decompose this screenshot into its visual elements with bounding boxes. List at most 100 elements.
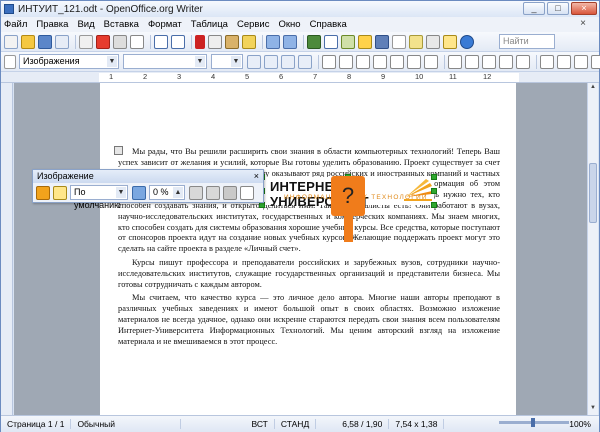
autospell-icon[interactable] (171, 34, 185, 49)
wrap-off-icon[interactable] (322, 54, 336, 69)
vertical-ruler[interactable] (1, 83, 13, 415)
zoom-slider[interactable] (499, 418, 569, 427)
wrap-through-icon[interactable] (407, 54, 421, 69)
format-paintbrush-icon[interactable] (242, 34, 256, 49)
anchor-icon[interactable] (591, 54, 600, 69)
selection-handle[interactable] (431, 174, 437, 180)
find-replace-icon[interactable] (358, 34, 372, 49)
nonprinting-chars-icon[interactable] (426, 34, 440, 49)
menu-insert[interactable]: Вставка (104, 19, 139, 30)
flip-vertical-icon[interactable] (189, 185, 203, 200)
align-center-icon[interactable] (264, 54, 278, 69)
image-toolbar-title-text: Изображение (37, 171, 94, 181)
send-to-back-icon[interactable] (574, 54, 588, 69)
in-background-icon[interactable] (424, 54, 438, 69)
show-draw-functions-icon[interactable] (341, 34, 355, 49)
menu-format[interactable]: Формат (148, 19, 182, 30)
redo-icon[interactable] (283, 34, 297, 49)
borders-icon[interactable] (465, 54, 479, 69)
image-toolbar-title[interactable]: Изображение × (33, 170, 263, 183)
crop-icon[interactable] (223, 185, 237, 200)
image-toolbar: Изображение × По умолчанию ▼ 0 % ▲ (32, 169, 264, 210)
undo-icon[interactable] (266, 34, 280, 49)
optimal-wrap-icon[interactable] (356, 54, 370, 69)
vertical-scrollbar[interactable]: ▲ ▼ (587, 83, 598, 415)
edit-file-icon[interactable] (79, 34, 93, 49)
navigator-icon[interactable] (375, 34, 389, 49)
menu-file[interactable]: Файл (4, 19, 27, 30)
transparency-input[interactable]: 0 % ▲ (149, 185, 185, 200)
styles-formatting-icon[interactable] (4, 54, 16, 69)
print-icon[interactable] (113, 34, 127, 49)
horizontal-ruler[interactable]: 1 2 3 4 5 6 7 8 9 10 11 12 (1, 72, 599, 83)
close-button[interactable]: × (571, 2, 597, 15)
window-title: ИНТУИТ_121.odt - OpenOffice.org Writer (18, 3, 203, 15)
menu-table[interactable]: Таблица (191, 19, 228, 30)
frame-properties-icon[interactable] (540, 54, 554, 69)
selection-mode[interactable]: СТАНД (275, 419, 317, 429)
document-page[interactable]: Мы рады, что Вы решили расширить свои зн… (100, 83, 516, 415)
paragraph-style-select[interactable]: Изображения ▼ (19, 54, 119, 69)
menu-window[interactable]: Окно (278, 19, 300, 30)
help-icon[interactable] (460, 34, 474, 49)
align-right-icon[interactable] (281, 54, 295, 69)
font-size-select[interactable]: ▼ (211, 54, 243, 69)
zoom-level[interactable]: 100% (563, 419, 597, 429)
wrap-right-icon[interactable] (390, 54, 404, 69)
ruler-number: 7 (313, 72, 318, 81)
menu-help[interactable]: Справка (310, 19, 347, 30)
spellcheck-icon[interactable] (154, 34, 168, 49)
cut-icon[interactable] (195, 34, 205, 49)
open-folder-icon[interactable] (21, 34, 35, 49)
bring-to-front-icon[interactable] (557, 54, 571, 69)
graphics-mode-select[interactable]: По умолчанию ▼ (70, 185, 128, 210)
scrollbar-thumb[interactable] (589, 163, 597, 223)
page-wrap-icon[interactable] (339, 54, 353, 69)
copy-icon[interactable] (208, 34, 222, 49)
align-left-icon[interactable] (247, 54, 261, 69)
zoom-icon[interactable] (443, 34, 457, 49)
close-icon[interactable]: × (254, 170, 259, 183)
frame-properties-icon[interactable] (240, 185, 254, 200)
new-document-icon[interactable] (4, 34, 18, 49)
email-icon[interactable] (55, 34, 69, 49)
justify-icon[interactable] (298, 54, 312, 69)
align-image-icon[interactable] (448, 54, 462, 69)
scroll-up-icon[interactable]: ▲ (589, 84, 597, 93)
wrap-left-icon[interactable] (373, 54, 387, 69)
graphics-mode-icon[interactable] (53, 185, 67, 200)
find-input[interactable]: Найти (499, 34, 555, 49)
ruler-number: 11 (449, 72, 457, 81)
document-close-icon[interactable]: × (580, 18, 586, 29)
save-icon[interactable] (38, 34, 52, 49)
menu-view[interactable]: Вид (77, 19, 94, 30)
flip-horizontal-icon[interactable] (206, 185, 220, 200)
table-icon[interactable] (324, 34, 338, 49)
insert-mode[interactable]: ВСТ (245, 419, 275, 429)
data-sources-icon[interactable] (409, 34, 423, 49)
minimize-button[interactable]: _ (523, 2, 545, 15)
selection-handle[interactable] (431, 188, 437, 194)
page-style[interactable]: Обычный (71, 419, 182, 429)
gallery-icon[interactable] (392, 34, 406, 49)
border-color-icon[interactable] (499, 54, 513, 69)
writer-app-icon (4, 4, 14, 14)
paste-icon[interactable] (225, 34, 239, 49)
hyperlink-icon[interactable] (307, 34, 321, 49)
color-icon[interactable] (132, 185, 146, 200)
selection-handle[interactable] (431, 202, 437, 208)
menu-edit[interactable]: Правка (36, 19, 68, 30)
export-pdf-icon[interactable] (96, 34, 110, 49)
writer-window: ИНТУИТ_121.odt - OpenOffice.org Writer _… (0, 0, 600, 432)
background-color-icon[interactable] (516, 54, 530, 69)
filter-icon[interactable] (36, 185, 50, 200)
line-style-icon[interactable] (482, 54, 496, 69)
menu-tools[interactable]: Сервис (237, 19, 270, 30)
scroll-down-icon[interactable]: ▼ (589, 405, 597, 414)
zoom-slider-knob[interactable] (531, 418, 535, 427)
page-preview-icon[interactable] (130, 34, 144, 49)
paragraph-style-value: Изображения (23, 56, 80, 66)
page-count[interactable]: Страница 1 / 1 (1, 419, 72, 429)
font-name-select[interactable]: ▼ (123, 54, 207, 69)
maximize-button[interactable]: □ (547, 2, 569, 15)
